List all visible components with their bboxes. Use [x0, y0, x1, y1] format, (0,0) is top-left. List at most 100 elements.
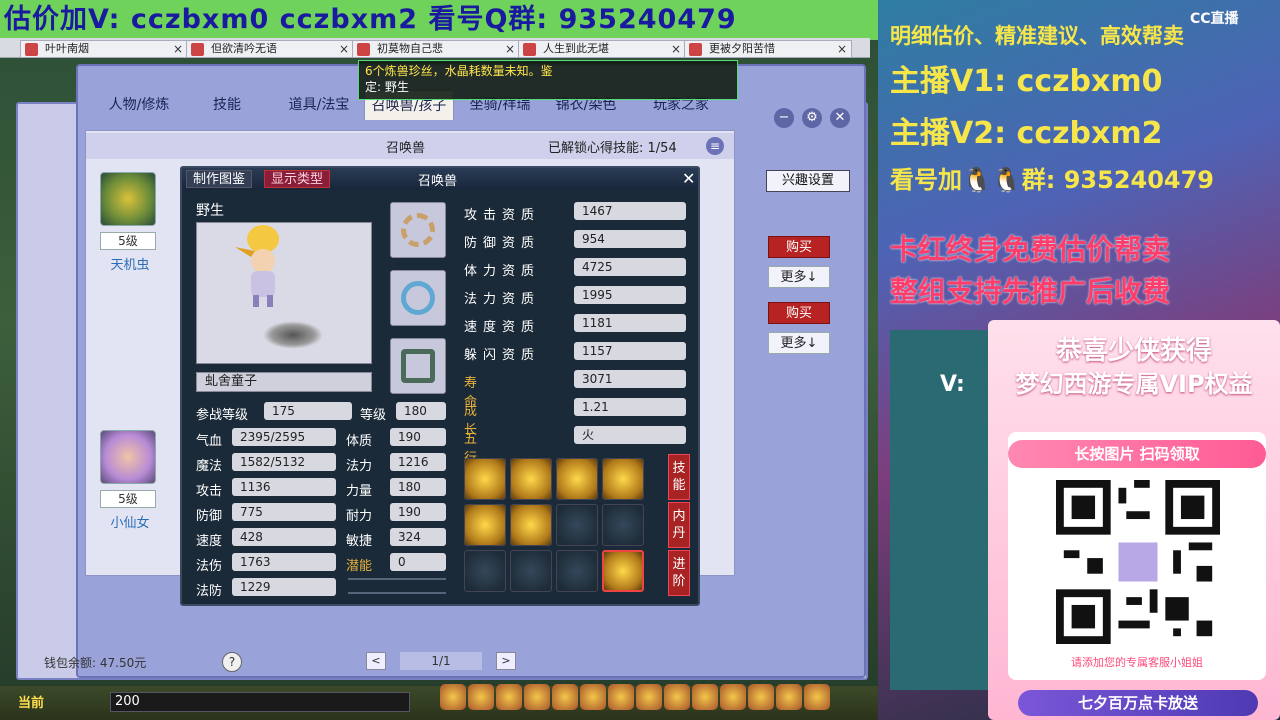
chat-input[interactable]: 200 [110, 692, 410, 712]
menu-icon[interactable]: ≡ [706, 137, 724, 155]
tab-skills[interactable]: 技能 [668, 454, 690, 500]
pet-name-field: 虬舍童子 [196, 372, 372, 392]
shortcut-icon-bar [440, 684, 832, 718]
browser-tab[interactable]: 初莫物自己悲 × [352, 40, 520, 58]
chat-channel-label[interactable]: 当前 [18, 692, 44, 711]
pet-level: 5级 [100, 232, 156, 250]
more-button[interactable]: 更多↓ [768, 266, 830, 288]
scan-button[interactable]: 长按图片 扫码领取 [1008, 440, 1266, 468]
skill-slot[interactable] [510, 504, 552, 546]
settings-icon[interactable]: ⚙ [802, 108, 822, 128]
wallet-balance: 钱包余额: 47.50元 [44, 656, 147, 670]
close-tab-icon[interactable]: × [339, 41, 349, 57]
aptitude-label: 速度资质 [464, 320, 541, 335]
close-tab-icon[interactable]: × [671, 41, 681, 57]
shortcut-icon[interactable] [524, 684, 550, 710]
magic-defense-label: 法防 [196, 584, 223, 599]
system-notice: 6个炼兽珍丝，水晶耗数量未知。鉴 定: 野生 [358, 60, 738, 100]
shortcut-icon[interactable] [748, 684, 774, 710]
skill-slot-empty[interactable] [602, 504, 644, 546]
qr-code-icon [1056, 480, 1220, 644]
vip-promo-card[interactable]: 恭喜少侠获得 梦幻西游专属VIP权益 长按图片 扫码领取 请添加您的专属客服小姐… [988, 320, 1280, 720]
magic-power-label: 法力 [346, 459, 373, 474]
skill-slot-empty[interactable] [556, 504, 598, 546]
make-codex-button[interactable]: 制作图鉴 [186, 170, 253, 188]
more-button[interactable]: 更多↓ [768, 332, 830, 354]
list-item[interactable]: 5级 小仙女 [100, 430, 160, 531]
pet-level: 5级 [100, 490, 156, 508]
pet-portrait-icon [100, 430, 156, 484]
browser-tab[interactable]: 但欲清吟无语 × [186, 40, 354, 58]
shortcut-icon[interactable] [552, 684, 578, 710]
shortcut-icon[interactable] [720, 684, 746, 710]
overlay-text: 主播V1: cczbxm0 [890, 64, 1163, 99]
aptitude-value: 1157 [574, 342, 686, 360]
qr-card: 长按图片 扫码领取 请添加您的专属客服小姐姐 [1008, 432, 1266, 680]
skill-slot-empty[interactable] [464, 550, 506, 592]
skill-slot[interactable] [464, 458, 506, 500]
constitution-label: 体质 [346, 434, 373, 449]
endurance-label: 耐力 [346, 509, 373, 524]
defense-value: 775 [232, 503, 336, 521]
close-tab-icon[interactable]: × [173, 41, 183, 57]
overlay-text: 看号加🐧🐧群: 935240479 [890, 166, 1215, 194]
skill-slot-empty[interactable] [510, 550, 552, 592]
shortcut-icon[interactable] [496, 684, 522, 710]
shortcut-icon[interactable] [468, 684, 494, 710]
shortcut-icon[interactable] [636, 684, 662, 710]
equipment-slot[interactable] [390, 338, 446, 394]
strength-value: 180 [390, 478, 446, 496]
buy-button[interactable]: 购买 [768, 236, 830, 258]
equipment-slot[interactable] [390, 270, 446, 326]
skill-slot[interactable] [602, 550, 644, 592]
skill-slot[interactable] [464, 504, 506, 546]
skill-slot-empty[interactable] [556, 550, 598, 592]
interest-settings-button[interactable]: 兴趣设置 [766, 170, 850, 192]
aptitude-value: 4725 [574, 258, 686, 276]
help-button[interactable]: ? [222, 652, 242, 672]
browser-tab[interactable]: 叶叶南烟 × [20, 40, 188, 58]
skill-slot[interactable] [602, 458, 644, 500]
tab-advance[interactable]: 进阶 [668, 550, 690, 596]
skill-slot[interactable] [510, 458, 552, 500]
list-item[interactable]: 5级 天机虫 [100, 172, 160, 273]
buy-button[interactable]: 购买 [768, 302, 830, 324]
shortcut-icon[interactable] [664, 684, 690, 710]
tab-favicon-icon [689, 43, 702, 56]
panel-title: 召唤兽 [386, 141, 426, 156]
close-tab-icon[interactable]: × [837, 41, 847, 57]
agility-value: 324 [390, 528, 446, 546]
promo-footer-button[interactable]: 七夕百万点卡放送 [1018, 690, 1258, 716]
tab-favicon-icon [191, 43, 204, 56]
close-icon[interactable]: ✕ [682, 169, 695, 188]
tab-character[interactable]: 人物/修炼 [92, 90, 186, 120]
browser-tab[interactable]: 更被夕阳苦惜 × [684, 40, 852, 58]
minimize-icon[interactable]: − [774, 108, 794, 128]
aptitude-value: 1995 [574, 286, 686, 304]
hp-value: 2395/2595 [232, 428, 336, 446]
level-value: 180 [396, 402, 446, 420]
prev-page-button[interactable]: < [366, 652, 386, 670]
speed-value: 428 [232, 528, 336, 546]
shortcut-icon[interactable] [692, 684, 718, 710]
shortcut-icon[interactable] [804, 684, 830, 710]
skill-slot[interactable] [556, 458, 598, 500]
tab-items[interactable]: 道具/法宝 [274, 90, 364, 120]
element-value: 火 [574, 426, 686, 444]
close-tab-icon[interactable]: × [505, 41, 515, 57]
display-type-button[interactable]: 显示类型 [264, 170, 331, 188]
level-label: 等级 [360, 408, 387, 423]
shortcut-icon[interactable] [776, 684, 802, 710]
shortcut-icon[interactable] [608, 684, 634, 710]
next-page-button[interactable]: > [496, 652, 516, 670]
shortcut-icon[interactable] [440, 684, 466, 710]
browser-tab[interactable]: 人生到此无堪 × [518, 40, 686, 58]
shortcut-icon[interactable] [580, 684, 606, 710]
tab-inner-core[interactable]: 内丹 [668, 502, 690, 548]
close-icon[interactable]: ✕ [830, 108, 850, 128]
pet-shadow [263, 321, 323, 349]
page-indicator: 1/1 [400, 652, 482, 670]
endurance-value: 190 [390, 503, 446, 521]
tab-skills[interactable]: 技能 [192, 90, 262, 120]
equipment-slot[interactable] [390, 202, 446, 258]
